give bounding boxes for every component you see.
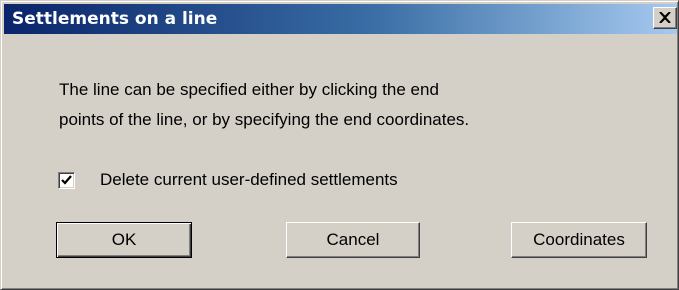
dialog-title: Settlements on a line	[12, 9, 218, 29]
coordinates-button[interactable]: Coordinates	[511, 222, 647, 258]
dialog-window: Settlements on a line The line can be sp…	[0, 0, 679, 290]
delete-settlements-label[interactable]: Delete current user-defined settlements	[100, 169, 398, 191]
instruction-line-2: points of the line, or by specifying the…	[59, 110, 470, 129]
checkmark-icon	[61, 175, 72, 185]
close-button[interactable]	[653, 7, 677, 29]
close-icon	[659, 12, 671, 23]
instruction-line-1: The line can be specified either by clic…	[59, 80, 439, 99]
instruction-text: The line can be specified either by clic…	[59, 75, 469, 135]
cancel-button[interactable]: Cancel	[286, 222, 420, 258]
delete-settlements-checkbox[interactable]	[58, 172, 75, 189]
title-bar[interactable]: Settlements on a line	[4, 4, 677, 34]
ok-button[interactable]: OK	[56, 222, 192, 258]
